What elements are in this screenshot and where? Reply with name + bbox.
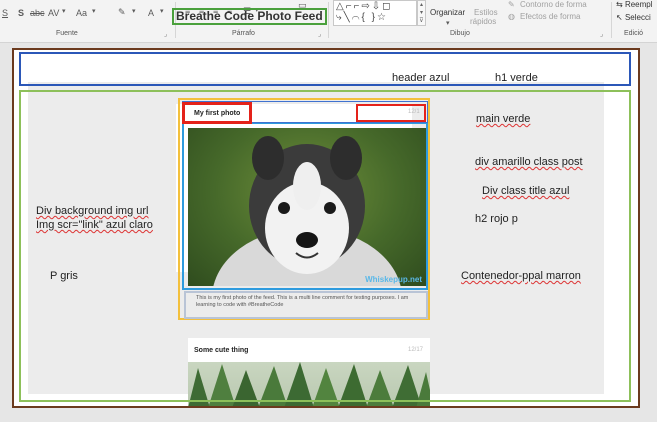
outline-pen-icon[interactable]: ✎ [508, 0, 515, 9]
font-color-button[interactable]: A [148, 8, 154, 18]
editor-bottom-strip [0, 412, 657, 422]
chevron-down-icon[interactable]: ▾ [92, 7, 96, 15]
chevron-down-icon[interactable]: ▾ [446, 19, 450, 27]
page-title[interactable]: Breathe Code Photo Feed [172, 8, 327, 25]
font-group-label: Fuente [56, 30, 78, 37]
underline-button[interactable]: S [2, 8, 8, 18]
shape-outline-button[interactable]: Contorno de forma [520, 0, 587, 9]
strikethrough-button[interactable]: abc [30, 8, 45, 18]
group-separator [328, 2, 329, 38]
group-separator [611, 2, 612, 38]
quick-styles-sub: rápidos [470, 17, 497, 26]
editing-group-label: Edició [624, 30, 644, 37]
arrange-button[interactable]: Organizar [430, 8, 465, 17]
container-box-brown-overlay [12, 48, 640, 408]
chevron-down-icon[interactable]: ▾ [160, 7, 164, 15]
highlight-pen-icon[interactable]: ✎ [118, 7, 126, 18]
shape-effects-button[interactable]: Efectos de forma [520, 12, 580, 21]
dialog-launcher-icon[interactable]: ⌟ [318, 30, 321, 38]
shapes-gallery[interactable]: △⌐⌐⇨⇩◻ ⤷╲⌒{ }☆ [333, 0, 417, 26]
select-button[interactable]: ↖ Selecci [616, 13, 651, 22]
paragraph-group-label: Párrafo [232, 30, 255, 37]
drawing-group-label: Dibujo [450, 30, 470, 37]
character-spacing-button[interactable]: AV [48, 8, 59, 18]
change-case-button[interactable]: Aa [76, 8, 87, 18]
shadow-button[interactable]: S [18, 8, 24, 18]
chevron-down-icon[interactable]: ▾ [132, 7, 136, 15]
chevron-down-icon[interactable]: ▾ [62, 7, 66, 15]
shapes-gallery-scroll[interactable]: ▴ ▾ ⊽ [417, 0, 426, 26]
replace-button[interactable]: ⇆ Reempl [616, 0, 653, 9]
quick-styles-button[interactable]: Estilos [474, 8, 498, 17]
effects-icon[interactable]: ◍ [508, 12, 515, 21]
dialog-launcher-icon[interactable]: ⌟ [600, 30, 603, 38]
ribbon: S S abc AV ▾ Aa ▾ ✎ ▾ A ▾ Fuente ⌟ ≡ ≡ ≡… [0, 0, 657, 43]
dialog-launcher-icon[interactable]: ⌟ [164, 30, 167, 38]
